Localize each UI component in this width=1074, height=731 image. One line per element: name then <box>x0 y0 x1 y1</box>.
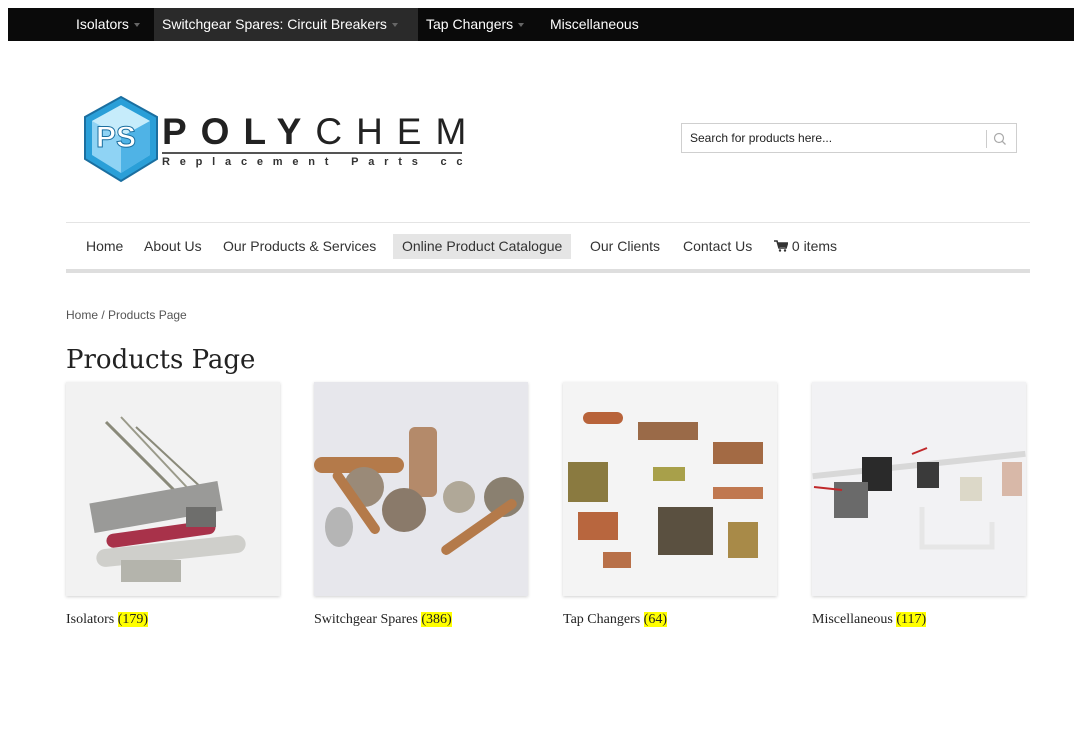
nav-item-about[interactable]: About Us <box>135 234 211 259</box>
svg-text:PS: PS <box>96 121 136 154</box>
switchgear-spares-photo <box>314 382 528 596</box>
search-divider <box>986 130 987 148</box>
nav-item-products-services[interactable]: Our Products & Services <box>214 234 385 259</box>
product-name: Isolators <box>66 612 115 627</box>
topbar-item-switchgear[interactable]: Switchgear Spares: Circuit Breakers <box>154 8 418 41</box>
product-label-tap-changers[interactable]: Tap Changers (64) <box>563 612 667 628</box>
brand-wordmark: POLYCHEM <box>162 112 480 152</box>
chevron-down-icon <box>518 23 525 28</box>
product-name: Miscellaneous <box>812 612 893 627</box>
breadcrumb: Home / Products Page <box>66 308 187 322</box>
product-name: Tap Changers <box>563 612 641 627</box>
product-image-switchgear-spares[interactable] <box>314 382 528 596</box>
chevron-down-icon <box>391 23 398 28</box>
polychem-hexagon-icon: PS <box>84 95 158 183</box>
product-name: Switchgear Spares <box>314 612 418 627</box>
product-image-miscellaneous[interactable] <box>812 382 1026 596</box>
topbar-item-tap-changers[interactable]: Tap Changers <box>418 8 542 41</box>
topbar-item-isolators[interactable]: Isolators <box>68 8 156 41</box>
nav-cart[interactable]: 0 items <box>765 234 846 259</box>
nav-item-home[interactable]: Home <box>77 234 132 259</box>
product-search <box>681 123 1017 153</box>
miscellaneous-photo <box>812 382 1026 596</box>
nav-divider-bottom <box>66 269 1030 273</box>
brand-word-thin: CHEM <box>315 111 481 152</box>
topbar-item-label: Switchgear Spares: Circuit Breakers <box>162 16 387 32</box>
chevron-down-icon <box>133 23 140 28</box>
nav-divider-top <box>66 222 1030 223</box>
product-label-isolators[interactable]: Isolators (179) <box>66 612 149 628</box>
product-label-miscellaneous[interactable]: Miscellaneous (117) <box>812 612 927 628</box>
search-input[interactable] <box>690 128 980 148</box>
top-category-bar: Isolators Switchgear Spares: Circuit Bre… <box>8 8 1074 41</box>
logo-divider <box>162 152 462 154</box>
search-icon[interactable] <box>991 131 1009 147</box>
nav-item-online-catalogue[interactable]: Online Product Catalogue <box>393 234 572 259</box>
topbar-item-label: Isolators <box>76 16 129 32</box>
product-label-switchgear-spares[interactable]: Switchgear Spares (386) <box>314 612 452 628</box>
product-count-badge: (179) <box>117 612 149 627</box>
product-count-badge: (386) <box>421 612 452 627</box>
product-count-badge: (64) <box>643 612 667 627</box>
topbar-item-miscellaneous[interactable]: Miscellaneous <box>542 8 652 41</box>
cart-icon <box>774 240 789 252</box>
product-image-tap-changers[interactable] <box>563 382 777 596</box>
product-image-isolators[interactable] <box>66 382 280 596</box>
brand-subtitle: Replacement Parts cc <box>162 156 473 168</box>
brand-word-bold: POLY <box>162 111 316 152</box>
tap-changers-photo <box>563 382 777 596</box>
page-title: Products Page <box>66 345 256 375</box>
nav-item-clients[interactable]: Our Clients <box>581 234 669 259</box>
cart-label: 0 items <box>791 238 838 254</box>
isolators-photo <box>66 382 280 596</box>
site-logo[interactable]: PS POLYCHEM Replacement Parts cc <box>82 95 482 185</box>
topbar-item-label: Miscellaneous <box>550 16 639 32</box>
product-count-badge: (117) <box>896 612 927 627</box>
nav-item-contact[interactable]: Contact Us <box>674 234 761 259</box>
topbar-item-label: Tap Changers <box>426 16 514 32</box>
